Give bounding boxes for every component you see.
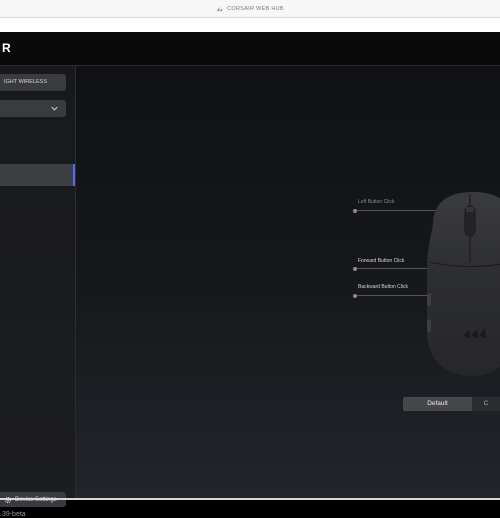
- mouse-image: [427, 192, 500, 376]
- sidebar-item-selected[interactable]: [0, 164, 75, 186]
- brand-text: R: [2, 41, 11, 55]
- version-text: .39-beta: [0, 511, 26, 518]
- mapping-backward-line: [357, 295, 427, 296]
- sidebar: IGHT WIRELESS Device Settings .39-beta: [0, 66, 76, 518]
- app-header: R: [0, 32, 500, 66]
- window-titlebar: CORSAIR WEB HUB: [0, 0, 500, 18]
- mapping-backward-label[interactable]: Backward Button Click: [358, 284, 408, 290]
- window-title: CORSAIR WEB HUB: [227, 5, 284, 12]
- chevron-down-icon: [51, 106, 58, 111]
- segment-second[interactable]: C: [472, 397, 500, 411]
- mapping-forward-line: [357, 268, 427, 269]
- device-select-button[interactable]: IGHT WIRELESS: [0, 74, 66, 91]
- app-area: R IGHT WIRELESS Device Settings .39-beta…: [0, 32, 500, 518]
- mapping-forward-label[interactable]: Forward Button Click: [358, 258, 404, 264]
- titlebar-gap: [0, 18, 500, 32]
- mapping-left-label[interactable]: Left Button Click: [358, 199, 394, 205]
- profile-dropdown[interactable]: [0, 100, 66, 117]
- corsair-logo-icon: [216, 6, 223, 11]
- segment-default[interactable]: Default: [403, 397, 472, 411]
